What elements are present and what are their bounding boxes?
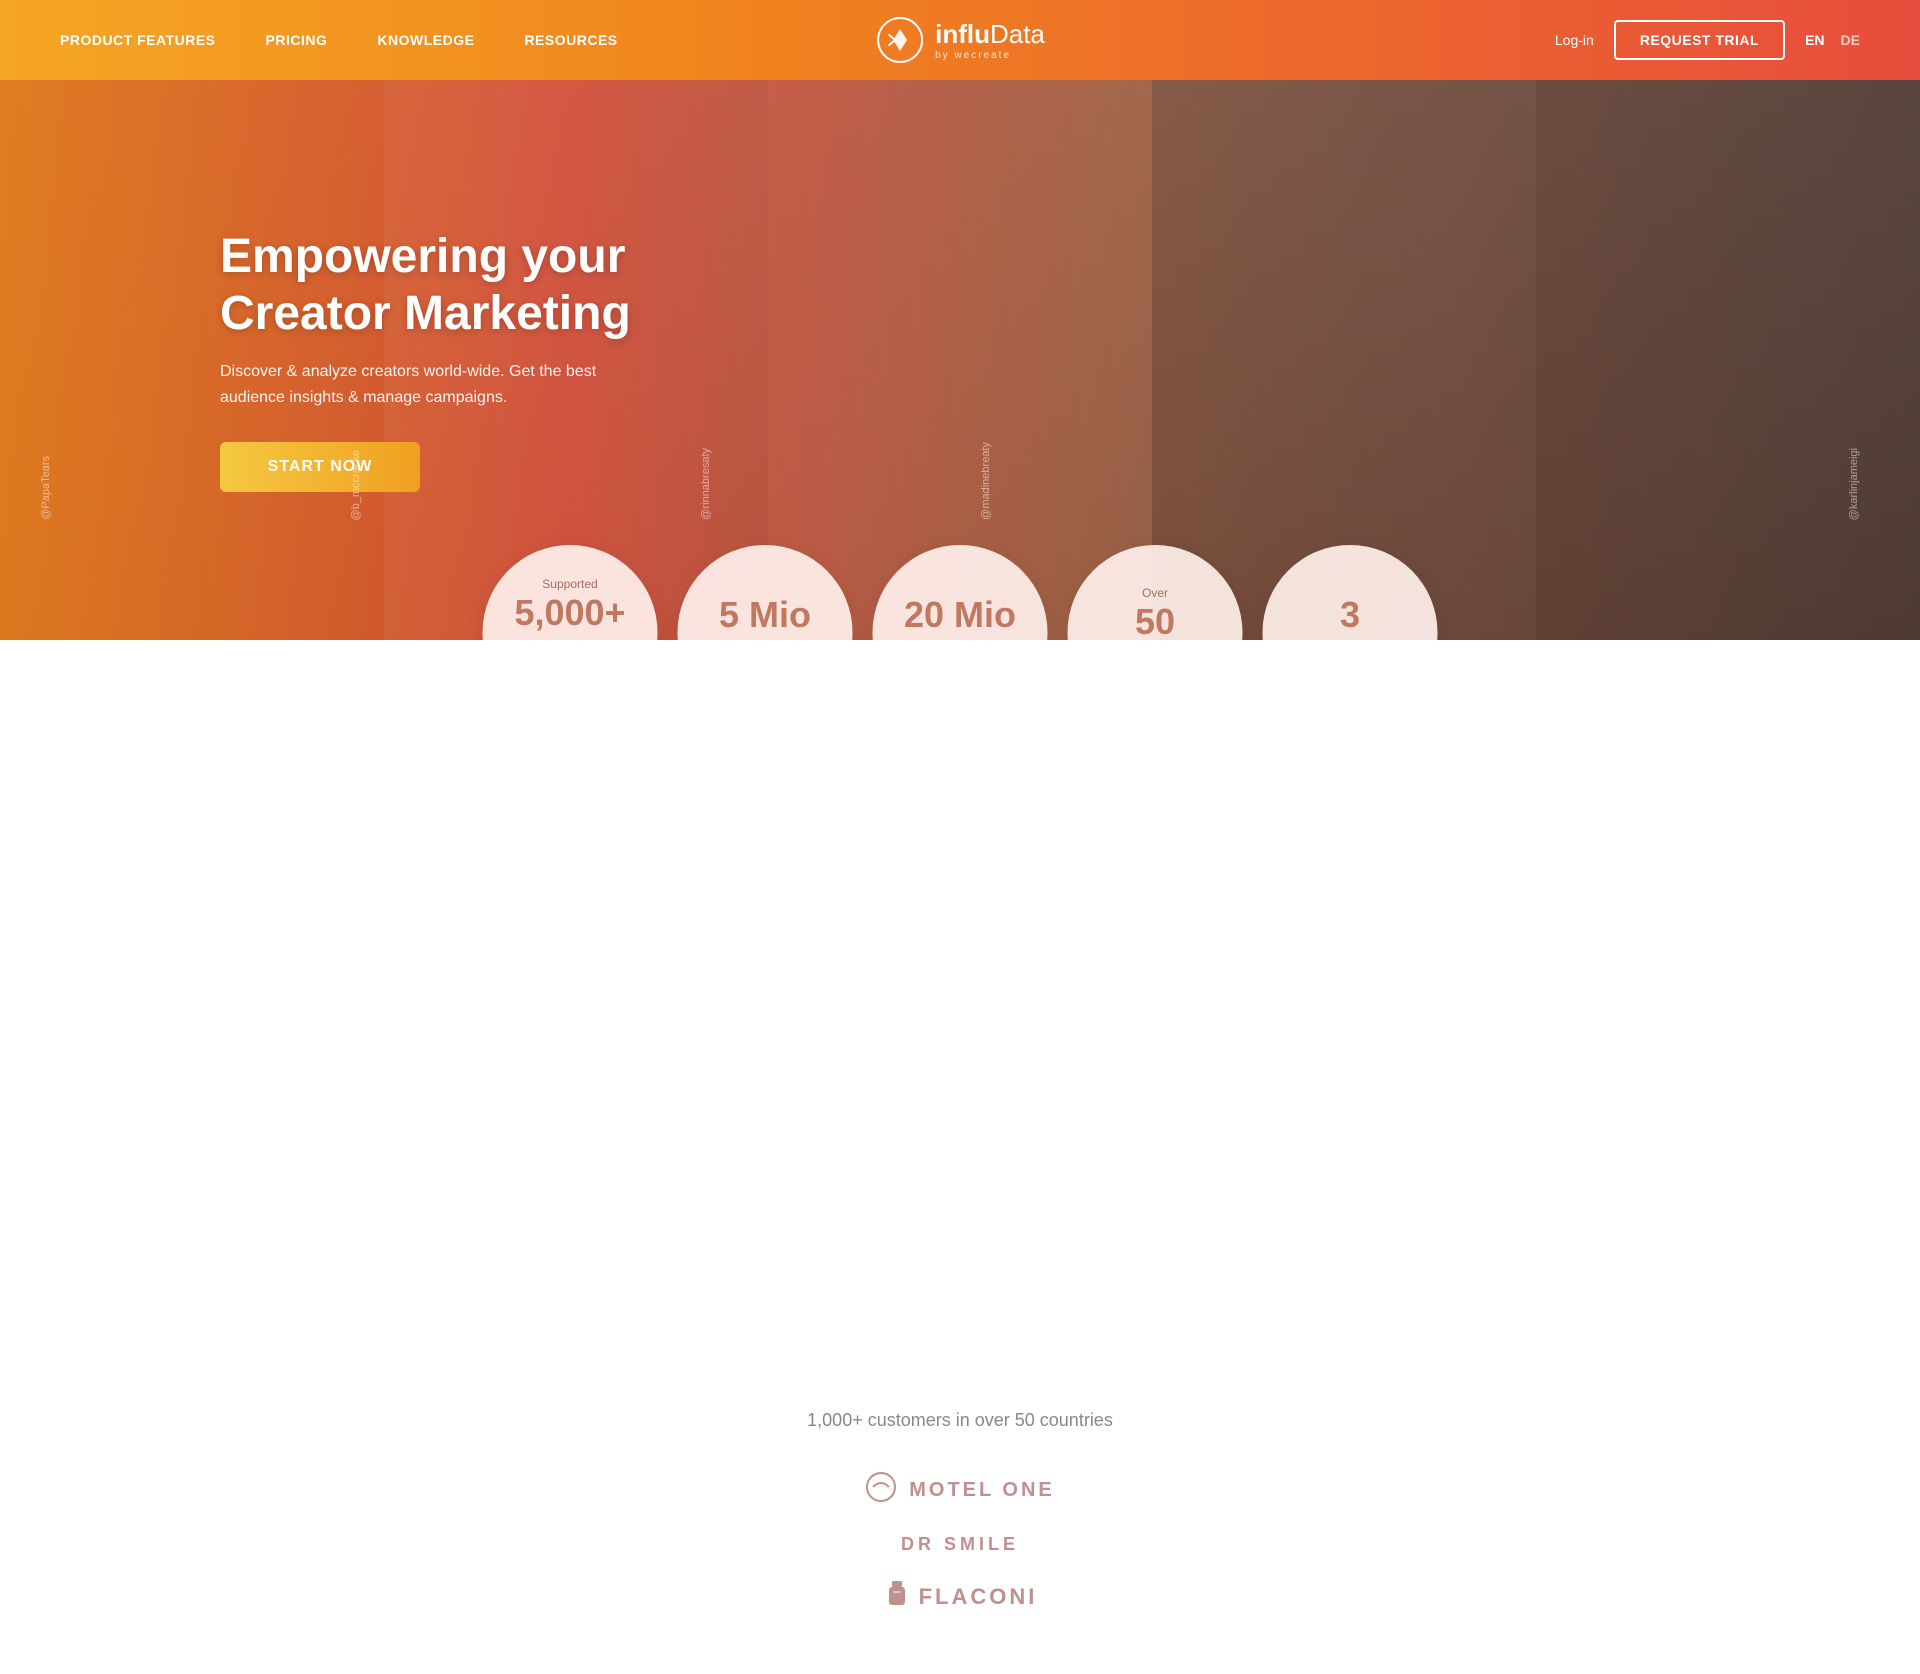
motel-one-text: MOTEL ONE bbox=[909, 1479, 1055, 1502]
social-handle-2: @b_mccracke bbox=[350, 450, 362, 520]
stat-metrics-label-top: Over bbox=[1142, 586, 1168, 600]
social-handle-5: @karlinjameigi bbox=[1848, 448, 1860, 520]
stat-campaigns-number: 5,000+ bbox=[514, 595, 625, 631]
social-handle-4: @madinebreaty bbox=[980, 442, 992, 520]
customers-section: 1,000+ customers in over 50 countries MO… bbox=[0, 1280, 1920, 1674]
login-button[interactable]: Log-in bbox=[1555, 32, 1594, 48]
nav-knowledge[interactable]: KNOWLEDGE bbox=[377, 32, 474, 48]
hero-content: Empowering your Creator Marketing Discov… bbox=[0, 0, 1920, 640]
logo-light: Data bbox=[990, 19, 1045, 49]
brand-logos: MOTEL ONE DR SMILE flaconi bbox=[865, 1471, 1055, 1614]
start-now-button[interactable]: START NOW bbox=[220, 442, 420, 492]
request-trial-button[interactable]: REQUEST TRIAL bbox=[1614, 20, 1785, 60]
hero-title-line2: Creator Marketing bbox=[220, 287, 631, 340]
logo-bold: influ bbox=[935, 19, 990, 49]
stat-brand-profiles: 5 Mio Social Media Brand Profiles bbox=[678, 545, 853, 640]
stat-metrics: Over 50 Metrics & Analytics bbox=[1068, 545, 1243, 640]
motel-one-icon bbox=[865, 1471, 897, 1510]
hero-section: @PapaTears @b_mccracke @rinnabresaty @ma… bbox=[0, 0, 1920, 640]
logo-icon bbox=[875, 15, 925, 65]
stat-campaigns-label-bottom: Influencer Marketing Campaigns bbox=[540, 637, 601, 640]
stat-campaigns-label-top: Supported bbox=[542, 577, 597, 591]
stat-brand-profiles-label-bottom: Social Media Brand Profiles bbox=[727, 639, 802, 640]
brand-dr-smile: DR SMILE bbox=[901, 1534, 1019, 1555]
motel-one-logo-icon bbox=[865, 1471, 897, 1503]
logo-text-container: influData by wecreate bbox=[935, 19, 1045, 61]
hero-title: Empowering your Creator Marketing bbox=[220, 228, 740, 343]
dr-smile-text: DR SMILE bbox=[901, 1534, 1019, 1554]
language-switcher: EN DE bbox=[1805, 32, 1860, 48]
lang-en[interactable]: EN bbox=[1805, 32, 1824, 48]
stat-metrics-number: 50 bbox=[1135, 604, 1175, 640]
flaconi-icon bbox=[883, 1579, 911, 1614]
logo[interactable]: influData by wecreate bbox=[875, 15, 1045, 65]
stat-platforms: 3 Social Media Platforms bbox=[1263, 545, 1438, 640]
logo-subtitle: by wecreate bbox=[935, 50, 1045, 61]
stat-brand-profiles-number: 5 Mio bbox=[719, 597, 811, 633]
flaconi-logo-icon bbox=[883, 1579, 911, 1607]
stats-section: Supported 5,000+ Influencer Marketing Ca… bbox=[483, 545, 1438, 640]
brand-motel-one: MOTEL ONE bbox=[865, 1471, 1055, 1510]
stat-creators-label-bottom: Social Media Creators bbox=[926, 639, 995, 640]
navbar: PRODUCT FEATURES PRICING KNOWLEDGE RESOU… bbox=[0, 0, 1920, 80]
lang-de[interactable]: DE bbox=[1841, 32, 1860, 48]
social-handle-3: @rinnabresaty bbox=[700, 448, 712, 520]
stat-platforms-number: 3 bbox=[1340, 597, 1360, 633]
stat-creators-number: 20 Mio bbox=[904, 597, 1016, 633]
nav-pricing[interactable]: PRICING bbox=[266, 32, 328, 48]
stat-creators: 20 Mio Social Media Creators bbox=[873, 545, 1048, 640]
nav-resources[interactable]: RESOURCES bbox=[524, 32, 617, 48]
hero-subtitle: Discover & analyze creators world-wide. … bbox=[220, 359, 660, 410]
customers-tagline: 1,000+ customers in over 50 countries bbox=[807, 1410, 1113, 1431]
nav-left: PRODUCT FEATURES PRICING KNOWLEDGE RESOU… bbox=[60, 32, 618, 48]
nav-right: Log-in REQUEST TRIAL EN DE bbox=[1555, 20, 1860, 60]
flaconi-text: flaconi bbox=[919, 1584, 1038, 1610]
brand-flaconi: flaconi bbox=[883, 1579, 1038, 1614]
nav-product-features[interactable]: PRODUCT FEATURES bbox=[60, 32, 216, 48]
stat-platforms-label-bottom: Social Media Platforms bbox=[1316, 639, 1385, 640]
stat-campaigns: Supported 5,000+ Influencer Marketing Ca… bbox=[483, 545, 658, 640]
social-handle-1: @PapaTears bbox=[40, 456, 52, 520]
hero-title-line1: Empowering your bbox=[220, 230, 625, 283]
